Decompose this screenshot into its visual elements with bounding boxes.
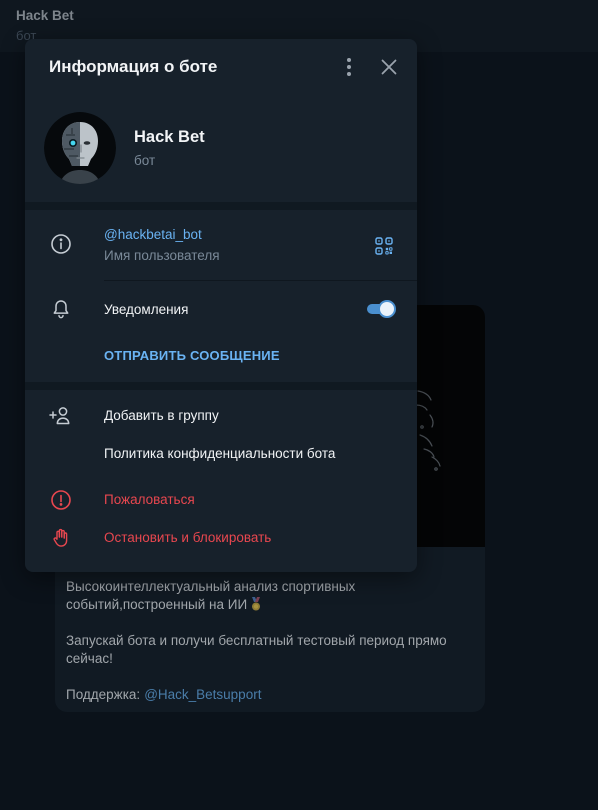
add-user-icon xyxy=(49,407,70,425)
username-value: @hackbetai_bot xyxy=(104,227,202,242)
username-label: Имя пользователя xyxy=(104,248,220,263)
report-button[interactable]: Пожаловаться xyxy=(25,481,417,519)
bell-icon xyxy=(53,300,69,319)
more-vertical-icon xyxy=(347,58,351,76)
more-menu-button[interactable] xyxy=(337,55,361,79)
section-separator xyxy=(25,382,417,390)
profile-status: бот xyxy=(134,153,156,168)
dialog-title: Информация о боте xyxy=(49,57,218,76)
qr-code-icon[interactable] xyxy=(375,237,393,255)
add-to-group-label: Добавить в группу xyxy=(104,408,219,423)
close-icon xyxy=(381,59,397,75)
close-button[interactable] xyxy=(377,55,401,79)
toggle-knob xyxy=(378,300,396,318)
stop-hand-icon xyxy=(53,528,68,547)
notifications-label: Уведомления xyxy=(104,302,189,317)
privacy-policy-label: Политика конфиденциальности бота xyxy=(104,446,336,461)
notifications-row[interactable]: Уведомления xyxy=(25,290,417,330)
section-separator xyxy=(25,202,417,210)
row-divider xyxy=(104,280,417,281)
username-row[interactable]: @hackbetai_bot Имя пользователя xyxy=(25,219,417,275)
privacy-policy-button[interactable]: Политика конфиденциальности бота xyxy=(25,435,417,473)
bot-info-dialog: Информация о боте Hack Bet бот @hackbeta… xyxy=(25,39,417,572)
send-message-button[interactable]: ОТПРАВИТЬ СООБЩЕНИЕ xyxy=(25,337,417,375)
stop-and-block-label: Остановить и блокировать xyxy=(104,530,272,545)
stop-and-block-button[interactable]: Остановить и блокировать xyxy=(25,519,417,557)
send-message-label: ОТПРАВИТЬ СООБЩЕНИЕ xyxy=(104,348,280,363)
profile-name: Hack Bet xyxy=(134,128,205,146)
report-label: Пожаловаться xyxy=(104,492,195,507)
avatar[interactable] xyxy=(44,112,116,184)
add-to-group-button[interactable]: Добавить в группу xyxy=(25,397,417,435)
info-icon xyxy=(51,234,71,254)
report-icon xyxy=(51,490,71,510)
robot-face-avatar xyxy=(44,112,116,184)
